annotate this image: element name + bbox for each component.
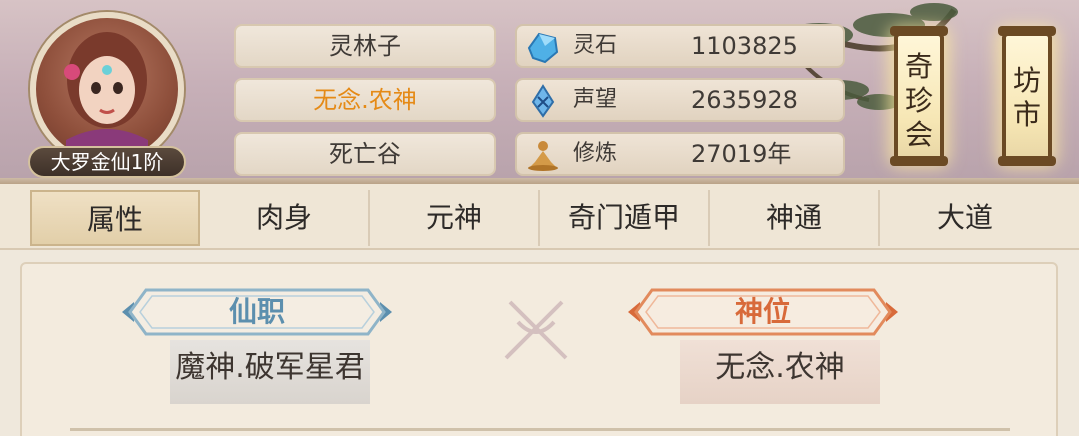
resource-reputation: 声望 2635928 (515, 78, 845, 122)
treasure-fair-lantern-button[interactable]: 奇 珍 会 (890, 20, 948, 170)
immortal-post-banner: 仙职 (122, 286, 392, 338)
lantern-cap (890, 26, 948, 36)
resource-label: 声望 (573, 87, 618, 112)
resource-label: 灵石 (573, 33, 618, 58)
resource-label: 修炼 (573, 141, 618, 166)
tab-bar: 属性 肉身 元神 奇门遁甲 神通 大道 (0, 184, 1079, 250)
player-name: 灵林子 (234, 24, 496, 68)
tab-spirit[interactable]: 元神 (370, 190, 540, 246)
divine-rank-banner: 神位 (628, 286, 898, 338)
resource-value: 1103825 (691, 32, 798, 60)
lantern-label: 坊 市 (1012, 64, 1041, 131)
divine-rank-value: 无念.农神 (680, 340, 880, 404)
lantern-label: 奇 珍 会 (904, 50, 933, 151)
resource-value: 2635928 (691, 86, 798, 114)
panel-divider (70, 428, 1010, 431)
rank-badge: 大罗金仙1阶 (28, 146, 186, 178)
character-header: 大罗金仙1阶 灵林子 无念.农神 死亡谷 灵石 1103825 声望 26359… (0, 0, 1079, 184)
divine-rank-heading: 神位 (734, 295, 791, 328)
resource-cultivation: 修炼 27019年 (515, 132, 845, 176)
lantern-cap (890, 156, 948, 166)
avatar[interactable]: 大罗金仙1阶 (22, 8, 192, 178)
resource-spirit-stone: 灵石 1103825 (515, 24, 845, 68)
tab-attributes[interactable]: 属性 (30, 190, 200, 246)
tab-qimen[interactable]: 奇门遁甲 (540, 190, 710, 246)
tab-powers[interactable]: 神通 (710, 190, 880, 246)
lantern-cap (998, 26, 1056, 36)
lantern-cap (998, 156, 1056, 166)
character-portrait-icon (64, 32, 148, 160)
immortal-post-heading: 仙职 (228, 295, 285, 328)
tab-dao[interactable]: 大道 (880, 190, 1050, 246)
market-lantern-button[interactable]: 坊 市 (998, 20, 1056, 170)
avatar-portrait (30, 12, 184, 166)
reputation-crystal-icon (531, 84, 555, 118)
player-location: 死亡谷 (234, 132, 496, 176)
crossed-swords-emblem-icon (504, 300, 568, 360)
tab-body[interactable]: 肉身 (200, 190, 370, 246)
spirit-stone-icon (527, 32, 559, 64)
resource-value: 27019年 (691, 140, 792, 168)
immortal-post-value: 魔神.破军星君 (170, 340, 370, 404)
player-title: 无念.农神 (234, 78, 496, 122)
meditation-icon (528, 141, 558, 171)
